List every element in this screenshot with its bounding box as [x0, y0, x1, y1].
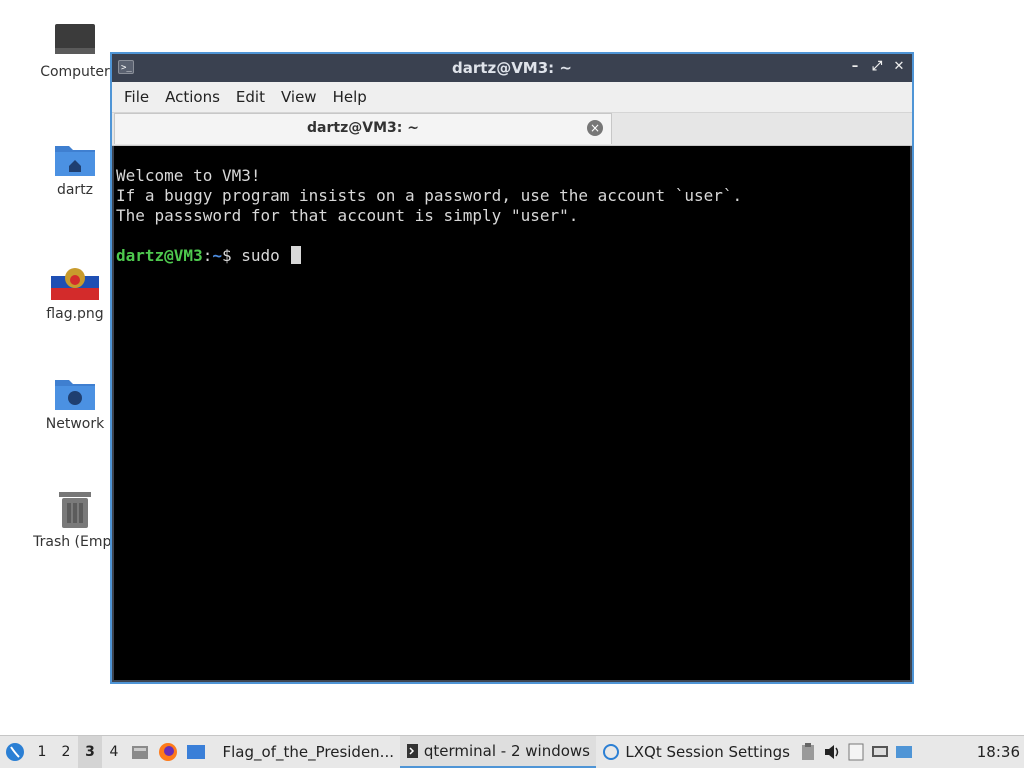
menu-actions[interactable]: Actions [159, 88, 230, 106]
menu-view[interactable]: View [275, 88, 327, 106]
desktop-switch-2[interactable]: 2 [54, 736, 78, 768]
clock[interactable]: 18:36 [977, 736, 1024, 768]
volume-icon [825, 745, 839, 759]
task-label: Flag_of_the_Presiden... [222, 743, 394, 761]
window-titlebar[interactable]: >_ dartz@VM3: ~ – ⤢ ✕ [112, 54, 912, 82]
task-label: LXQt Session Settings [625, 743, 790, 761]
tab-terminal[interactable]: dartz@VM3: ~ × [114, 113, 612, 144]
tray-volume[interactable] [820, 736, 844, 768]
terminal-line: Welcome to VM3! [116, 166, 261, 185]
tray-updates[interactable] [892, 736, 916, 768]
menu-help[interactable]: Help [327, 88, 377, 106]
trash-icon [59, 492, 91, 528]
minimize-button[interactable]: – [848, 59, 862, 75]
tray-network[interactable] [868, 736, 892, 768]
firefox-icon [216, 743, 217, 761]
network-folder-icon [55, 380, 95, 410]
task-label: qterminal - 2 windows [423, 742, 590, 760]
prompt-path: ~ [212, 246, 222, 265]
typed-command: sudo [241, 246, 290, 265]
home-folder-icon [55, 146, 95, 176]
note-icon [848, 743, 864, 761]
desktop-switch-1[interactable]: 1 [30, 736, 54, 768]
prompt-user: dartz@VM3 [116, 246, 203, 265]
terminal-line: If a buggy program insists on a password… [116, 186, 743, 205]
tray-notes[interactable] [844, 736, 868, 768]
lxqt-settings-icon [603, 744, 619, 760]
maximize-button[interactable]: ⤢ [870, 59, 884, 75]
firefox-launcher[interactable] [154, 736, 182, 768]
terminal-window: >_ dartz@VM3: ~ – ⤢ ✕ File Actions Edit … [110, 52, 914, 684]
text-cursor [291, 246, 302, 264]
file-manager-launcher[interactable] [126, 736, 154, 768]
prompt-separator: : [202, 246, 213, 265]
menu-bar: File Actions Edit View Help [112, 82, 912, 113]
window-title: dartz@VM3: ~ [452, 59, 572, 77]
taskbar: 1 2 3 4 Flag_of_the_Presiden... qtermina… [0, 735, 1024, 768]
taskbar-task-session-settings[interactable]: LXQt Session Settings [596, 736, 796, 768]
file-manager-icon [132, 746, 148, 759]
taskbar-task-firefox[interactable]: Flag_of_the_Presiden... [210, 736, 400, 768]
show-desktop-icon [187, 745, 205, 759]
firefox-icon [159, 743, 177, 761]
start-menu-button[interactable] [0, 736, 30, 768]
terminal-icon [407, 744, 418, 758]
taskbar-task-qterminal[interactable]: qterminal - 2 windows [400, 736, 596, 768]
tab-close-icon[interactable]: × [587, 120, 603, 136]
terminal-output[interactable]: Welcome to VM3! If a buggy program insist… [114, 146, 910, 680]
desktop-switch-4[interactable]: 4 [102, 736, 126, 768]
terminal-prompt-line: dartz@VM3:~$ sudo [116, 246, 908, 266]
prompt-symbol: $ [221, 246, 242, 265]
clipboard-icon [802, 743, 814, 760]
menu-file[interactable]: File [118, 88, 159, 106]
computer-icon [55, 24, 95, 54]
flag-image-icon [51, 264, 99, 300]
terminal-line: The passsword for that account is simply… [116, 206, 579, 225]
tray-clipboard[interactable] [796, 736, 820, 768]
network-icon [872, 746, 888, 757]
show-desktop-launcher[interactable] [182, 736, 210, 768]
close-button[interactable]: ✕ [892, 59, 906, 75]
menu-edit[interactable]: Edit [230, 88, 275, 106]
update-icon [896, 746, 912, 758]
lxqt-logo-icon [6, 743, 24, 761]
tab-bar: dartz@VM3: ~ × [112, 113, 912, 146]
desktop-switch-3[interactable]: 3 [78, 736, 102, 768]
tab-label: dartz@VM3: ~ [307, 120, 419, 136]
